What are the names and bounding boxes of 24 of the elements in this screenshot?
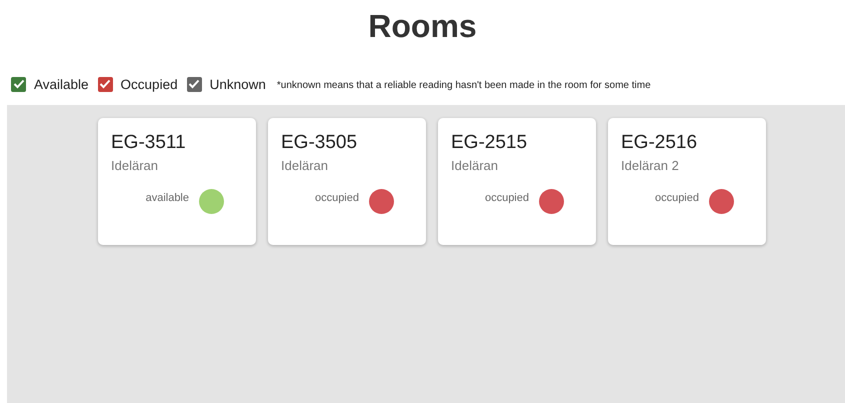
footnote: *unknown means that a reliable reading hasn't been made in the room for some time: [276, 80, 651, 91]
room-card[interactable]: EG-3511 Ideläran available: [98, 118, 256, 245]
status-text: available: [146, 192, 189, 204]
room-name: EG-3511: [111, 132, 187, 154]
room-card[interactable]: EG-3505 Ideläran occupied: [268, 118, 426, 245]
room-name: EG-2515: [451, 132, 528, 154]
checkbox-label[interactable]: Available: [34, 76, 89, 92]
building-name: Ideläran: [451, 158, 499, 173]
checkbox-label[interactable]: Occupied: [120, 76, 178, 92]
room-name: EG-2516: [621, 132, 698, 154]
checkbox-label[interactable]: Unknown: [210, 76, 266, 92]
checkbox[interactable]: [98, 76, 113, 92]
building-name: Ideläran 2: [621, 158, 680, 173]
status-text: occupied: [314, 192, 359, 204]
room-card[interactable]: EG-2516 Ideläran 2 occupied: [608, 118, 766, 245]
building-name: Ideläran: [111, 158, 159, 173]
checkbox[interactable]: [11, 76, 26, 92]
checkbox[interactable]: [186, 76, 202, 92]
status-text: occupied: [484, 192, 529, 204]
room-card[interactable]: EG-2515 Ideläran occupied: [438, 118, 596, 245]
building-name: Ideläran: [281, 158, 329, 173]
room-name: EG-3505: [281, 132, 358, 154]
page-title: Rooms: [367, 7, 478, 46]
status-text: occupied: [654, 192, 699, 204]
